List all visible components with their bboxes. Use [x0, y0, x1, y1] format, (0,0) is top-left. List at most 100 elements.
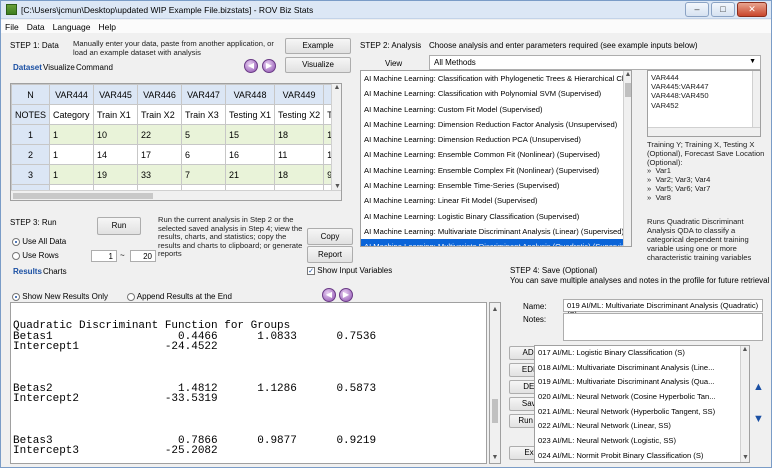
- method-list-item[interactable]: AI Machine Learning: Linear Fit Model (S…: [361, 193, 631, 208]
- table-cell[interactable]: 17: [137, 144, 183, 165]
- run-button[interactable]: Run: [97, 217, 141, 235]
- method-list-scrollbar[interactable]: ▲: [623, 71, 631, 246]
- append-results-option[interactable]: Append Results at the End: [127, 292, 232, 301]
- method-list-item[interactable]: AI Machine Learning: Ensemble Time-Serie…: [361, 178, 631, 193]
- table-cell[interactable]: 18: [274, 124, 325, 145]
- notes-cell[interactable]: Train X1: [93, 104, 139, 125]
- method-list-item[interactable]: AI Machine Learning: Multivariate Discri…: [361, 224, 631, 239]
- table-cell[interactable]: 21: [225, 164, 276, 185]
- example-button[interactable]: Example: [285, 38, 351, 54]
- results-scroll-thumb[interactable]: [492, 399, 498, 423]
- method-list-item[interactable]: AI Machine Learning: Custom Fit Model (S…: [361, 102, 631, 117]
- show-input-variables-checkbox[interactable]: ✓: [307, 266, 315, 275]
- prev-nav-icon[interactable]: ◀: [244, 59, 258, 73]
- tab-results[interactable]: Results: [13, 267, 42, 276]
- minimize-button[interactable]: –: [685, 2, 709, 17]
- column-header[interactable]: VAR447: [181, 84, 227, 105]
- table-cell[interactable]: 7: [181, 164, 227, 185]
- table-cell[interactable]: 11: [274, 144, 325, 165]
- show-new-results-option[interactable]: Show New Results Only: [12, 292, 108, 301]
- scroll-up-icon[interactable]: ▲: [332, 84, 341, 91]
- menu-file[interactable]: File: [1, 20, 23, 32]
- scroll-down-icon[interactable]: ▼: [332, 183, 341, 190]
- use-all-data-radio[interactable]: [12, 237, 20, 246]
- show-input-variables-option[interactable]: ✓ Show Input Variables: [307, 266, 392, 275]
- use-all-data-option[interactable]: Use All Data: [12, 237, 66, 246]
- row-to-input[interactable]: 20: [130, 250, 156, 262]
- scroll-up-icon[interactable]: ▲: [490, 306, 500, 313]
- saved-analysis-item[interactable]: 019 AI/ML: Multivariate Discriminant Ana…: [535, 375, 749, 390]
- method-list-item[interactable]: AI Machine Learning: Ensemble Common Fit…: [361, 147, 631, 162]
- copy-button[interactable]: Copy: [307, 228, 353, 245]
- menu-language[interactable]: Language: [49, 20, 95, 32]
- saved-analyses-list[interactable]: 017 AI/ML: Logistic Binary Classificatio…: [534, 345, 750, 463]
- table-cell[interactable]: 10: [93, 124, 139, 145]
- method-list-item[interactable]: AI Machine Learning: Logistic Binary Cla…: [361, 209, 631, 224]
- method-list-item[interactable]: AI Machine Learning: Dimension Reduction…: [361, 117, 631, 132]
- use-rows-option[interactable]: Use Rows: [12, 251, 59, 260]
- use-rows-radio[interactable]: [12, 251, 20, 260]
- notes-cell[interactable]: Train X3: [181, 104, 227, 125]
- tab-charts[interactable]: Charts: [43, 267, 67, 276]
- visualize-button[interactable]: Visualize: [285, 57, 351, 73]
- menu-data[interactable]: Data: [23, 20, 49, 32]
- row-header[interactable]: 3: [11, 164, 51, 185]
- saved-analysis-item[interactable]: 017 AI/ML: Logistic Binary Classificatio…: [535, 346, 749, 361]
- scroll-up-icon[interactable]: ▲: [741, 346, 749, 353]
- notes-cell[interactable]: Testing X2: [274, 104, 325, 125]
- grid-hscroll-thumb[interactable]: [13, 193, 153, 199]
- show-new-results-radio[interactable]: [12, 292, 20, 301]
- table-cell[interactable]: 6: [181, 144, 227, 165]
- saved-analysis-item[interactable]: 021 AI/ML: Neural Network (Hyperbolic Ta…: [535, 405, 749, 420]
- row-header[interactable]: 2: [11, 144, 51, 165]
- params-scrollbar[interactable]: [752, 71, 760, 127]
- close-button[interactable]: ✕: [737, 2, 767, 17]
- scroll-down-icon[interactable]: ▼: [490, 454, 500, 461]
- saved-analysis-item[interactable]: 024 AI/ML: Normit Probit Binary Classifi…: [535, 449, 749, 462]
- column-header[interactable]: VAR449: [274, 84, 325, 105]
- table-cell[interactable]: 14: [93, 144, 139, 165]
- table-cell[interactable]: 15: [225, 124, 276, 145]
- method-list-item[interactable]: AI Machine Learning: Ensemble Complex Fi…: [361, 163, 631, 178]
- tab-visualize[interactable]: Visualize: [43, 63, 75, 72]
- results-output[interactable]: Quadratic Discriminant Function for Grou…: [10, 302, 487, 464]
- column-header[interactable]: VAR446: [137, 84, 183, 105]
- saved-list-scrollbar[interactable]: ▲ ▼: [740, 346, 749, 462]
- notes-input[interactable]: [563, 313, 763, 341]
- notes-cell[interactable]: Train X2: [137, 104, 183, 125]
- parameters-input[interactable]: VAR444 VAR445:VAR447 VAR448:VAR450 VAR45…: [647, 70, 761, 137]
- move-down-arrow-icon[interactable]: ▼: [753, 413, 764, 425]
- saved-analysis-item[interactable]: 022 AI/ML: Neural Network (Linear, SS): [535, 419, 749, 434]
- analysis-method-list[interactable]: AI Machine Learning: Classification with…: [360, 70, 632, 247]
- row-header[interactable]: 1: [11, 124, 51, 145]
- scroll-down-icon[interactable]: ▼: [741, 454, 749, 461]
- data-grid[interactable]: NVAR444VAR445VAR446VAR447VAR448VAR449VAR…: [10, 83, 342, 201]
- table-cell[interactable]: 1: [49, 124, 95, 145]
- menu-help[interactable]: Help: [95, 20, 120, 32]
- table-cell[interactable]: 33: [137, 164, 183, 185]
- method-scroll-thumb[interactable]: [625, 83, 631, 97]
- move-up-arrow-icon[interactable]: ▲: [753, 381, 764, 393]
- scroll-up-icon[interactable]: ▲: [624, 71, 631, 78]
- table-cell[interactable]: 1: [49, 164, 95, 185]
- report-button[interactable]: Report: [307, 246, 353, 263]
- results-next-icon[interactable]: ▶: [339, 288, 353, 302]
- maximize-button[interactable]: □: [711, 2, 735, 17]
- row-from-input[interactable]: 1: [91, 250, 117, 262]
- saved-analysis-item[interactable]: 023 AI/ML: Neural Network (Logistic, SS): [535, 434, 749, 449]
- method-list-item[interactable]: AI Machine Learning: Dimension Reduction…: [361, 132, 631, 147]
- tab-dataset[interactable]: Dataset: [13, 63, 42, 72]
- table-cell[interactable]: 19: [93, 164, 139, 185]
- saved-analysis-item[interactable]: 020 AI/ML: Neural Network (Cosine Hyperb…: [535, 390, 749, 405]
- table-cell[interactable]: 16: [225, 144, 276, 165]
- name-input[interactable]: 019 AI/ML: Multivariate Discriminant Ana…: [563, 299, 763, 319]
- append-results-radio[interactable]: [127, 292, 135, 301]
- column-header[interactable]: VAR444: [49, 84, 95, 105]
- method-list-item[interactable]: AI Machine Learning: Classification with…: [361, 71, 631, 86]
- tab-command[interactable]: Command: [76, 63, 113, 72]
- params-hscrollbar[interactable]: [648, 127, 760, 136]
- table-cell[interactable]: 5: [181, 124, 227, 145]
- method-list-item[interactable]: AI Machine Learning: Classification with…: [361, 86, 631, 101]
- grid-horizontal-scrollbar[interactable]: [11, 190, 341, 200]
- title-bar[interactable]: [C:\Users\jcmun\Desktop\updated WIP Exam…: [1, 1, 771, 19]
